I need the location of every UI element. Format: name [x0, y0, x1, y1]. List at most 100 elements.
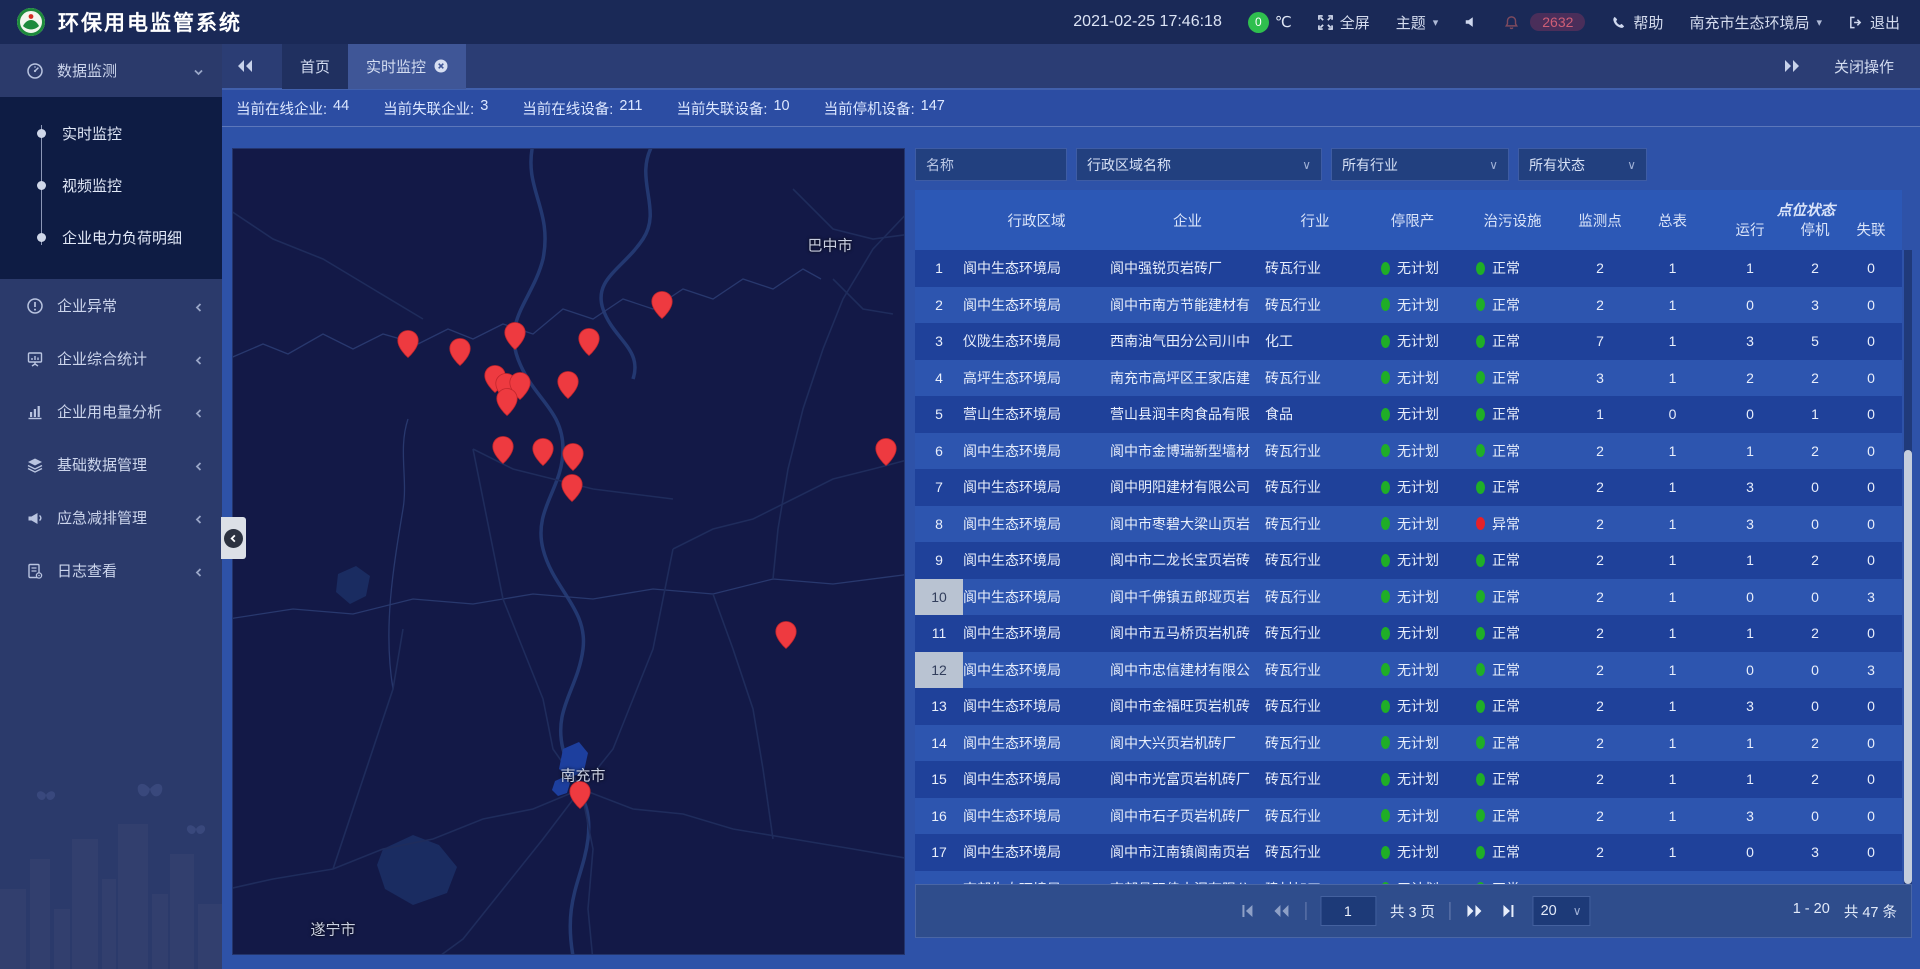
- first-page-button[interactable]: [1237, 901, 1257, 921]
- table-row[interactable]: 10阆中生态环境局阆中千佛镇五郎垭页岩砖瓦行业无计划正常21003: [915, 579, 1902, 616]
- cell-industry: 砖瓦行业: [1265, 660, 1365, 680]
- page-size-select[interactable]: 20 ∨: [1532, 896, 1590, 926]
- name-input-placeholder: 名称: [926, 155, 954, 175]
- logout-button[interactable]: 退出: [1848, 12, 1900, 33]
- close-operations-button[interactable]: 关闭操作: [1834, 56, 1894, 77]
- column-header[interactable]: 治污设施: [1460, 190, 1565, 250]
- status-select[interactable]: 所有状态 ∨: [1518, 148, 1647, 181]
- last-page-button[interactable]: [1498, 901, 1518, 921]
- table-row[interactable]: 11阆中生态环境局阆中市五马桥页岩机砖砖瓦行业无计划正常21120: [915, 615, 1902, 652]
- column-header[interactable]: 监测点: [1565, 190, 1635, 250]
- map-pin-icon[interactable]: [651, 291, 673, 319]
- page-number-input[interactable]: [1320, 896, 1376, 926]
- sidebar-item-3[interactable]: 企业用电量分析: [0, 385, 222, 438]
- cell-meters: 1: [1635, 844, 1710, 860]
- cell-run: 3: [1710, 808, 1790, 824]
- sidebar-item-5[interactable]: 应急减排管理: [0, 491, 222, 544]
- map-pin-icon[interactable]: [449, 338, 471, 366]
- table-row[interactable]: 17阆中生态环境局阆中市江南镇阆南页岩砖瓦行业无计划正常21030: [915, 834, 1902, 871]
- sidebar-item-0[interactable]: 数据监测: [0, 44, 222, 97]
- sidebar-subitem[interactable]: 企业电力负荷明细: [0, 211, 222, 263]
- map-pin-icon[interactable]: [569, 781, 591, 809]
- next-page-button[interactable]: [1464, 901, 1484, 921]
- region-select[interactable]: 行政区域名称 ∨: [1076, 148, 1322, 181]
- cell-facility: 正常: [1460, 550, 1565, 570]
- table-row[interactable]: 8阆中生态环境局阆中市枣碧大梁山页岩砖瓦行业无计划异常21300: [915, 506, 1902, 543]
- sidebar-subitem[interactable]: 实时监控: [0, 107, 222, 159]
- fullscreen-button[interactable]: 全屏: [1318, 12, 1370, 33]
- sidebar-collapse-handle[interactable]: [221, 517, 246, 559]
- table-row[interactable]: 18南部生态环境局南部县双佳水泥有限公建材加工无计划正常60060: [915, 871, 1902, 885]
- column-header[interactable]: 企业: [1110, 190, 1265, 250]
- cell-run: 1: [1710, 552, 1790, 568]
- sidebar-item-4[interactable]: 基础数据管理: [0, 438, 222, 491]
- table-row[interactable]: 13阆中生态环境局阆中市金福旺页岩机砖砖瓦行业无计划正常21300: [915, 688, 1902, 725]
- column-header[interactable]: 停限产: [1365, 190, 1460, 250]
- cell-industry: 砖瓦行业: [1265, 842, 1365, 862]
- map-pin-icon[interactable]: [492, 436, 514, 464]
- column-header[interactable]: 总表: [1635, 190, 1710, 250]
- scrollbar-thumb[interactable]: [1904, 450, 1912, 884]
- page-title: 环保用电监管系统: [58, 7, 242, 37]
- name-search-input[interactable]: 名称: [915, 148, 1067, 181]
- user-dropdown[interactable]: 南充市生态环境局 ▾: [1689, 12, 1822, 33]
- map-pin-icon[interactable]: [875, 438, 897, 466]
- table-scrollbar[interactable]: [1904, 250, 1912, 884]
- status-select-value: 所有状态: [1529, 155, 1585, 175]
- industry-select[interactable]: 所有行业 ∨: [1331, 148, 1509, 181]
- cell-stop: 2: [1790, 771, 1840, 787]
- theme-dropdown[interactable]: 主题 ▾: [1396, 12, 1439, 33]
- sidebar-item-6[interactable]: 日志查看: [0, 544, 222, 597]
- map-pin-icon[interactable]: [562, 443, 584, 471]
- prev-page-button[interactable]: [1271, 901, 1291, 921]
- table-row[interactable]: 2阆中生态环境局阆中市南方节能建材有砖瓦行业无计划正常21030: [915, 287, 1902, 324]
- filter-bar: 名称 行政区域名称 ∨ 所有行业 ∨ 所有状态 ∨: [915, 148, 1912, 181]
- status-ok-dot: [1381, 627, 1390, 640]
- temperature-unit: ℃: [1275, 13, 1292, 31]
- status-ok-dot: [1381, 773, 1390, 786]
- cell-stop: 1: [1790, 406, 1840, 422]
- table-row[interactable]: 12阆中生态环境局阆中市忠信建材有限公砖瓦行业无计划正常21003: [915, 652, 1902, 689]
- cell-region: 阆中生态环境局: [963, 550, 1110, 570]
- status-text: 无计划: [1397, 806, 1439, 826]
- table-row[interactable]: 3仪陇生态环境局西南油气田分公司川中化工无计划正常71350: [915, 323, 1902, 360]
- cell-stop: 5: [1790, 333, 1840, 349]
- table-row[interactable]: 5营山生态环境局营山县润丰肉食品有限食品无计划正常10010: [915, 396, 1902, 433]
- double-chevron-right-icon[interactable]: [1784, 60, 1800, 72]
- stats-bar: 当前在线企业:44当前失联企业:3当前在线设备:211当前失联设备:10当前停机…: [222, 90, 1920, 127]
- table-row[interactable]: 16阆中生态环境局阆中市石子页岩机砖厂砖瓦行业无计划正常21300: [915, 798, 1902, 835]
- map-pin-icon[interactable]: [775, 621, 797, 649]
- table-row[interactable]: 9阆中生态环境局阆中市二龙长宝页岩砖砖瓦行业无计划正常21120: [915, 542, 1902, 579]
- close-tab-icon[interactable]: [434, 59, 448, 73]
- sidebar-item-1[interactable]: 企业异常: [0, 279, 222, 332]
- map-pin-icon[interactable]: [561, 474, 583, 502]
- table-row[interactable]: 1阆中生态环境局阆中强锐页岩砖厂砖瓦行业无计划正常21120: [915, 250, 1902, 287]
- status-ok-dot: [1381, 517, 1390, 530]
- map-panel[interactable]: 巴中市南充市遂宁市: [232, 148, 905, 955]
- map-pin-icon[interactable]: [557, 371, 579, 399]
- map-pin-icon[interactable]: [532, 438, 554, 466]
- stat-label: 当前在线设备:: [522, 98, 613, 119]
- table-row[interactable]: 4高坪生态环境局南充市高坪区王家店建砖瓦行业无计划正常31220: [915, 360, 1902, 397]
- table-row[interactable]: 7阆中生态环境局阆中明阳建材有限公司砖瓦行业无计划正常21300: [915, 469, 1902, 506]
- status-ok-dot: [1476, 335, 1485, 348]
- table-row[interactable]: 6阆中生态环境局阆中市金博瑞新型墙材砖瓦行业无计划正常21120: [915, 433, 1902, 470]
- table-header: 行政区域企业行业停限产治污设施监测点总表运行停机失联点位状态: [915, 190, 1902, 250]
- map-pin-icon[interactable]: [578, 328, 600, 356]
- cell-lost: 0: [1840, 771, 1902, 787]
- table-row[interactable]: 14阆中生态环境局阆中大兴页岩机砖厂砖瓦行业无计划正常21120: [915, 725, 1902, 762]
- mute-button[interactable]: [1464, 15, 1478, 29]
- help-button[interactable]: 帮助: [1611, 12, 1663, 33]
- column-header[interactable]: 行政区域: [963, 190, 1110, 250]
- sidebar-item-2[interactable]: 企业综合统计: [0, 332, 222, 385]
- map-pin-icon[interactable]: [496, 388, 518, 416]
- table-row[interactable]: 15阆中生态环境局阆中市光富页岩机砖厂砖瓦行业无计划正常21120: [915, 761, 1902, 798]
- tabs-scroll-left-button[interactable]: [222, 43, 268, 89]
- map-pin-icon[interactable]: [397, 330, 419, 358]
- notifications-button[interactable]: 2632: [1504, 13, 1585, 31]
- sidebar-subitem[interactable]: 视频监控: [0, 159, 222, 211]
- tab-realtime-monitor[interactable]: 实时监控: [348, 43, 466, 89]
- tab-home[interactable]: 首页: [282, 43, 348, 89]
- column-header[interactable]: 行业: [1265, 190, 1365, 250]
- map-pin-icon[interactable]: [504, 322, 526, 350]
